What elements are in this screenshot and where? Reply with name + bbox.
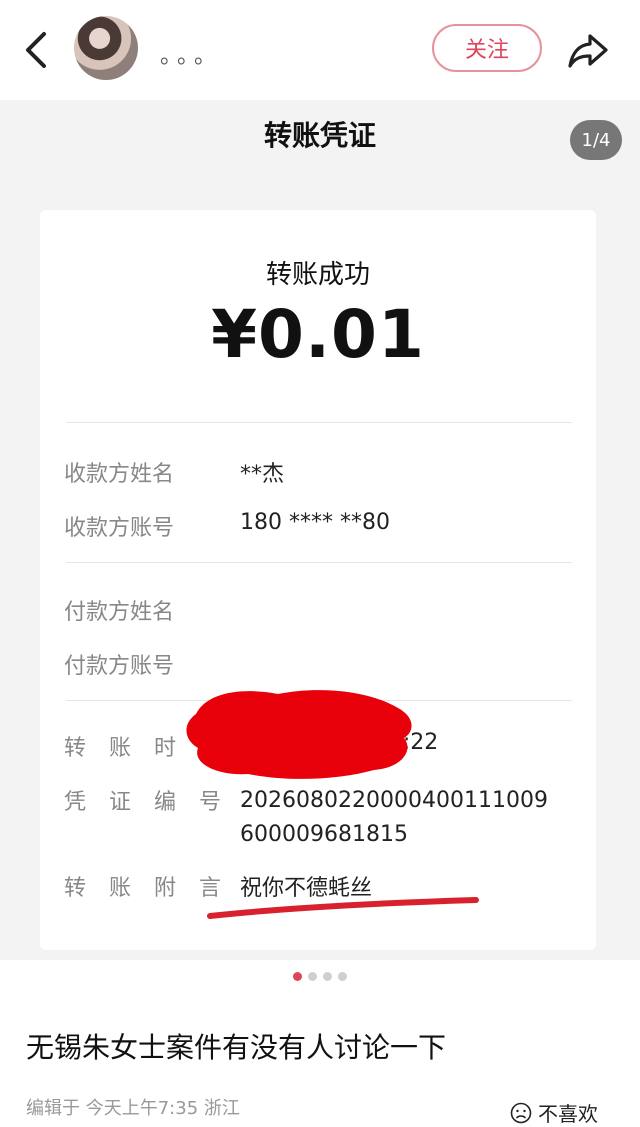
payer-account-label: 付款方账号 (64, 654, 175, 679)
pager-dot (338, 972, 347, 981)
username[interactable]: 。。。 (160, 38, 222, 70)
page-indicator: 1/4 (570, 120, 622, 160)
image-pager-dots (0, 972, 640, 981)
dislike-button[interactable]: 不喜欢 (510, 1098, 598, 1127)
payee-account-label: 收款方账号 (64, 516, 175, 541)
transfer-note-label: 转 账 附 言 (64, 876, 229, 901)
top-bar: 。。。 关注 (0, 0, 640, 100)
transfer-amount: ¥0.01 (211, 296, 425, 373)
voucher-number-value: 2026080220000400111009600009681815 (240, 788, 548, 847)
dislike-label: 不喜欢 (538, 1102, 598, 1126)
avatar[interactable] (74, 16, 138, 80)
follow-button[interactable]: 关注 (432, 24, 542, 72)
red-redaction-mark (186, 690, 412, 779)
receipt-card: 转账成功 ¥0.01 收款方姓名 **杰 收款方账号 180 **** **80… (40, 210, 596, 950)
divider (66, 422, 572, 423)
payee-account-value: 180 **** **80 (240, 510, 390, 535)
post-image[interactable]: 转账凭证 1/4 转账成功 ¥0.01 收款方姓名 **杰 收款方账号 180 … (0, 100, 640, 960)
back-arrow-icon[interactable] (18, 26, 54, 74)
pager-dot (293, 972, 302, 981)
payee-name-label: 收款方姓名 (64, 462, 175, 487)
pager-dot (308, 972, 317, 981)
pager-dot (323, 972, 332, 981)
red-underline-mark (207, 897, 479, 919)
receipt-title: 转账凭证 (263, 119, 376, 152)
payee-name-value: **杰 (240, 462, 285, 487)
voucher-number-label: 凭 证 编 号 (64, 790, 229, 815)
post-meta: 编辑于 今天上午7:35 浙江 (26, 1098, 240, 1119)
transfer-status: 转账成功 (265, 260, 370, 290)
divider (66, 562, 572, 563)
share-arrow-icon[interactable] (566, 28, 610, 72)
sad-face-icon (510, 1102, 532, 1123)
payer-name-label: 付款方姓名 (64, 600, 175, 625)
post-title: 无锡朱女士案件有没有人讨论一下 (26, 1031, 447, 1064)
